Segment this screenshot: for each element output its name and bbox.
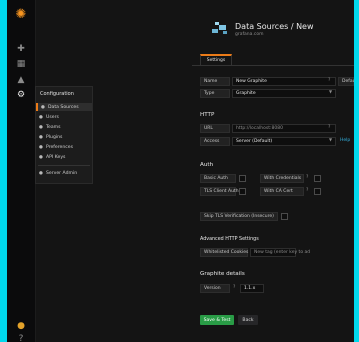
name-input[interactable]: New Graphite: [232, 77, 336, 86]
tls-client-auth-label: TLS Client Auth: [200, 187, 239, 196]
chevron-down-icon: ▼: [329, 137, 333, 142]
url-help-icon[interactable]: ?: [328, 125, 330, 130]
with-credentials-help-icon[interactable]: ?: [306, 175, 308, 180]
user-avatar-icon[interactable]: ●: [15, 320, 27, 332]
grafana-logo-icon[interactable]: ✺: [15, 8, 27, 21]
version-select[interactable]: 1.1.x: [240, 284, 264, 293]
tabs-divider: [192, 65, 354, 66]
menu-item-plugins[interactable]: ● Plugins: [39, 133, 62, 141]
name-label: Name: [200, 77, 230, 86]
menu-divider: [38, 165, 90, 166]
help-icon[interactable]: ?: [15, 333, 27, 342]
skip-tls-label: Skip TLS Verification (Insecure): [200, 212, 278, 221]
access-select[interactable]: Server (Default): [232, 137, 336, 146]
auth-heading: Auth: [200, 162, 214, 168]
back-button[interactable]: Back: [238, 315, 258, 325]
key-icon: ●: [39, 154, 43, 160]
side-menu: ✺ ✚ ▦ ▲ ⚙ ● ?: [7, 0, 36, 342]
gear-icon[interactable]: ⚙: [15, 89, 27, 101]
menu-item-teams[interactable]: ● Teams: [39, 123, 61, 131]
menu-item-api-keys[interactable]: ● API Keys: [39, 153, 65, 161]
type-select[interactable]: Graphite: [232, 89, 336, 98]
page-subtitle: grafana.com: [235, 32, 264, 37]
advanced-http-heading: Advanced HTTP Settings: [200, 237, 259, 242]
url-label: URL: [200, 124, 230, 133]
data-source-icon: [210, 20, 230, 36]
cookies-input[interactable]: New tag (enter key to ad: [250, 248, 310, 257]
http-heading: HTTP: [200, 112, 215, 118]
menu-item-users[interactable]: ● Users: [39, 113, 59, 121]
with-credentials-label: With Credentials: [260, 174, 304, 183]
dashboards-icon[interactable]: ▦: [15, 58, 27, 70]
database-icon: ●: [41, 104, 45, 110]
access-label: Access: [200, 137, 230, 146]
plug-icon: ●: [39, 134, 43, 140]
menu-item-server-admin[interactable]: ● Server Admin: [39, 169, 77, 177]
skip-tls-checkbox[interactable]: [281, 213, 288, 220]
alerting-icon[interactable]: ▲: [15, 74, 27, 86]
menu-item-data-sources[interactable]: ● Data Sources: [36, 103, 92, 111]
tab-settings[interactable]: Settings: [200, 54, 232, 65]
plus-icon[interactable]: ✚: [15, 43, 27, 55]
basic-auth-label: Basic Auth: [200, 174, 236, 183]
users-icon: ●: [39, 124, 43, 130]
access-help-link[interactable]: Help: [340, 138, 350, 143]
version-label: Version: [200, 284, 230, 293]
url-input[interactable]: http://localhost:8080: [232, 124, 336, 133]
graphite-details-heading: Graphite details: [200, 271, 245, 277]
tls-client-auth-checkbox[interactable]: [239, 188, 246, 195]
page-title: Data Sources / New: [235, 22, 314, 31]
main-content: Data Sources / New grafana.com Settings …: [192, 0, 354, 342]
sliders-icon: ●: [39, 144, 43, 150]
with-ca-cert-checkbox[interactable]: [314, 188, 321, 195]
with-credentials-checkbox[interactable]: [314, 175, 321, 182]
basic-auth-checkbox[interactable]: [239, 175, 246, 182]
default-label: Default: [338, 77, 354, 86]
version-help-icon[interactable]: ?: [233, 285, 235, 290]
configuration-menu: Configuration ● Data Sources ● Users ● T…: [35, 86, 93, 184]
app-frame: ✺ ✚ ▦ ▲ ⚙ ● ? Configuration ● Data Sourc…: [7, 0, 354, 342]
name-help-icon[interactable]: ?: [328, 78, 330, 83]
configuration-menu-header: Configuration: [40, 91, 74, 97]
with-ca-cert-help-icon[interactable]: ?: [306, 188, 308, 193]
chevron-down-icon: ▼: [329, 89, 333, 94]
menu-item-preferences[interactable]: ● Preferences: [39, 143, 73, 151]
with-ca-cert-label: With CA Cert: [260, 187, 304, 196]
type-label: Type: [200, 89, 230, 98]
whitelisted-cookies-label: Whitelisted Cookies: [200, 248, 248, 257]
shield-icon: ●: [39, 170, 43, 176]
save-and-test-button[interactable]: Save & Test: [200, 315, 234, 325]
user-icon: ●: [39, 114, 43, 120]
